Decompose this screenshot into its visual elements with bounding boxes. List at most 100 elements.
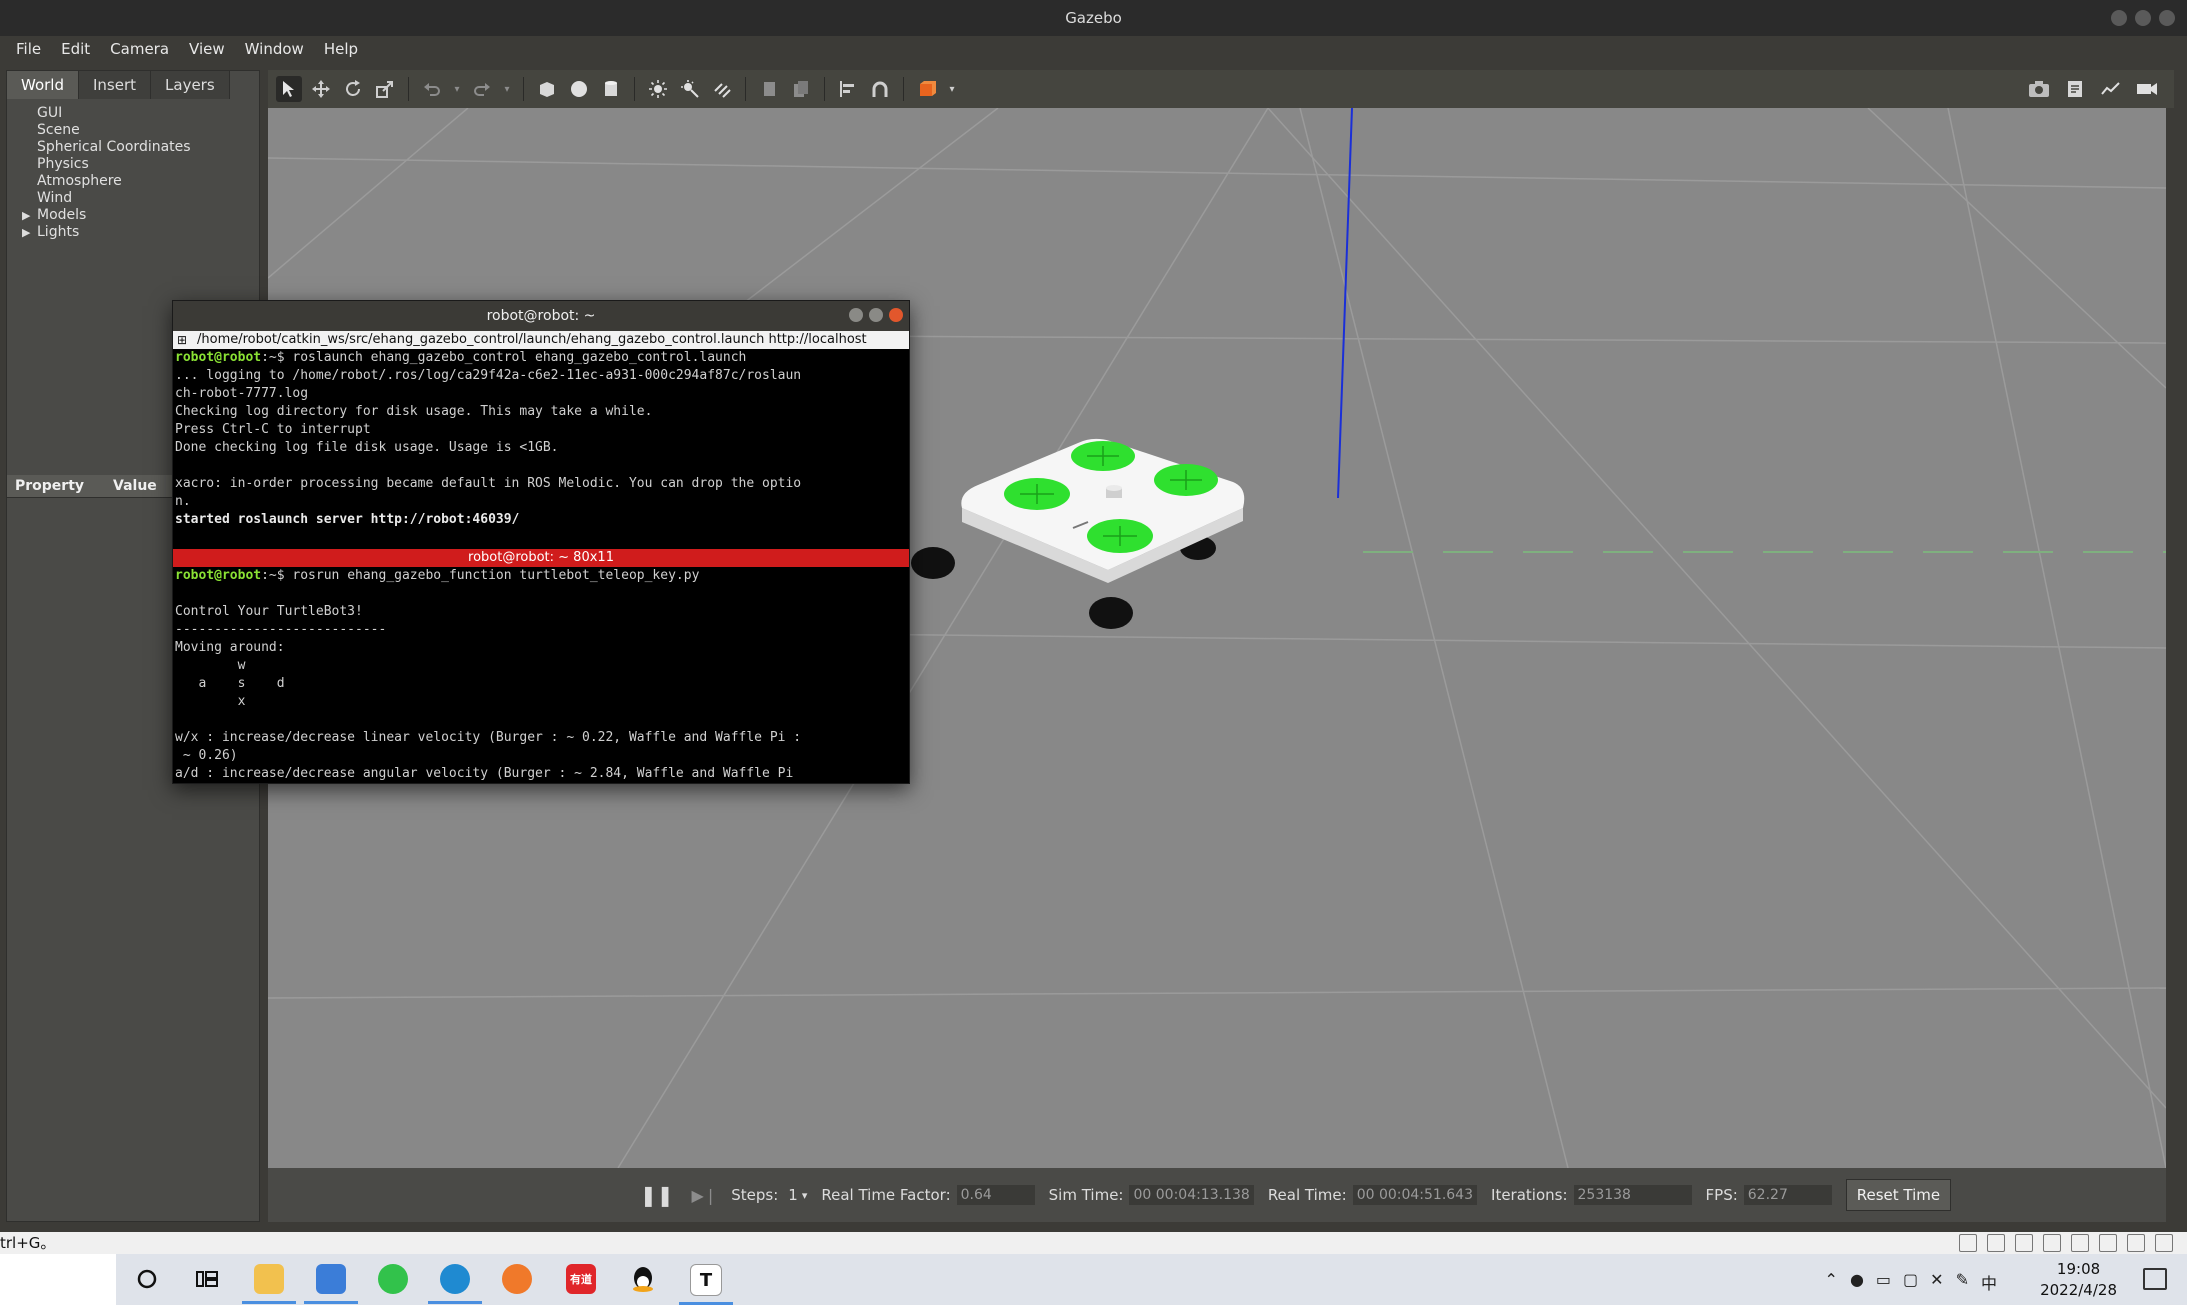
- terminal-pane1-title[interactable]: /home/robot/catkin_ws/src/ehang_gazebo_c…: [173, 331, 909, 349]
- prompt-suffix: :~$: [261, 350, 293, 365]
- terminal-maximize-button[interactable]: [869, 308, 883, 322]
- terminal-pane2-title[interactable]: robot@robot: ~ 80x11: [173, 549, 909, 567]
- cortana-icon[interactable]: [132, 1264, 162, 1294]
- drone-robot-model[interactable]: [911, 438, 1245, 629]
- sphere-icon[interactable]: [566, 76, 592, 102]
- tree-item-scene[interactable]: Scene: [7, 122, 259, 139]
- clock[interactable]: 19:08 2022/4/28: [2040, 1259, 2117, 1301]
- spot-light-icon[interactable]: [677, 76, 703, 102]
- plot-icon[interactable]: [2098, 76, 2124, 102]
- chevron-up-icon[interactable]: ⌃: [1825, 1270, 1838, 1294]
- select-arrow-icon[interactable]: [276, 76, 302, 102]
- sim-time-label: Sim Time:: [1048, 1186, 1124, 1204]
- task-view-icon[interactable]: [192, 1264, 222, 1294]
- terminal-close-button[interactable]: [889, 308, 903, 322]
- pause-icon[interactable]: ❚❚: [640, 1183, 674, 1207]
- tree-item-wind[interactable]: Wind: [7, 190, 259, 207]
- tab-layers[interactable]: Layers: [151, 71, 230, 99]
- search-box[interactable]: [0, 1254, 116, 1305]
- directional-light-icon[interactable]: [709, 76, 735, 102]
- message-icon[interactable]: [2155, 1234, 2173, 1252]
- output-line: x: [175, 694, 246, 709]
- mute-icon[interactable]: ✕: [1930, 1270, 1943, 1294]
- file-explorer-icon[interactable]: [242, 1264, 296, 1304]
- translate-icon[interactable]: [308, 76, 334, 102]
- tree-item-spherical-coordinates[interactable]: Spherical Coordinates: [7, 139, 259, 156]
- tree-item-physics[interactable]: Physics: [7, 156, 259, 173]
- tree-item-gui[interactable]: GUI: [7, 105, 259, 122]
- rotate-icon[interactable]: [340, 76, 366, 102]
- terminal-title: robot@robot: ~: [486, 308, 596, 324]
- menu-help[interactable]: Help: [316, 38, 366, 60]
- terminal-pane-roslaunch[interactable]: robot@robot:~$ roslaunch ehang_gazebo_co…: [173, 349, 909, 549]
- menu-window[interactable]: Window: [237, 38, 312, 60]
- step-icon[interactable]: ▶❘: [692, 1186, 718, 1205]
- monitor-icon[interactable]: ▢: [1903, 1270, 1918, 1294]
- output-line: ---------------------------: [175, 622, 387, 637]
- display-icon[interactable]: [2127, 1234, 2145, 1252]
- terminal-pane-teleop[interactable]: robot@robot:~$ rosrun ehang_gazebo_funct…: [173, 567, 909, 783]
- tree-item-lights[interactable]: ▶ Lights: [7, 224, 259, 241]
- cd-icon[interactable]: [1987, 1234, 2005, 1252]
- ime-indicator[interactable]: 中: [1981, 1270, 1997, 1294]
- terminal-window[interactable]: robot@robot: ~ /home/robot/catkin_ws/src…: [172, 300, 910, 784]
- paste-icon[interactable]: [788, 76, 814, 102]
- edge-icon[interactable]: [428, 1264, 482, 1304]
- close-button[interactable]: [2159, 10, 2175, 26]
- qq-tray-icon[interactable]: ●: [1850, 1270, 1864, 1294]
- youdao-icon[interactable]: 有道: [566, 1264, 596, 1294]
- menu-camera[interactable]: Camera: [102, 38, 177, 60]
- redo-dropdown-icon[interactable]: ▾: [501, 76, 513, 102]
- reset-time-button[interactable]: Reset Time: [1845, 1179, 1952, 1211]
- typora-icon[interactable]: T: [679, 1264, 733, 1305]
- wechat-icon[interactable]: [378, 1264, 408, 1294]
- pen-icon[interactable]: ✎: [1956, 1270, 1969, 1294]
- tab-insert[interactable]: Insert: [79, 71, 152, 99]
- redo-icon[interactable]: [469, 76, 495, 102]
- usb-icon[interactable]: [2099, 1234, 2117, 1252]
- menu-file[interactable]: File: [8, 38, 49, 60]
- menu-view[interactable]: View: [181, 38, 233, 60]
- network-icon[interactable]: [2015, 1234, 2033, 1252]
- sound-icon[interactable]: [2071, 1234, 2089, 1252]
- notification-icon[interactable]: [2143, 1268, 2167, 1290]
- output-line: Press Ctrl-C to interrupt: [175, 422, 371, 437]
- firefox-icon[interactable]: [502, 1264, 532, 1294]
- hdd-icon[interactable]: [1959, 1234, 1977, 1252]
- terminal-minimize-button[interactable]: [849, 308, 863, 322]
- scale-icon[interactable]: [372, 76, 398, 102]
- steps-value[interactable]: 1: [788, 1186, 798, 1204]
- view-angle-icon[interactable]: [914, 76, 940, 102]
- align-icon[interactable]: [835, 76, 861, 102]
- snap-icon[interactable]: [867, 76, 893, 102]
- maximize-button[interactable]: [2135, 10, 2151, 26]
- clock-time: 19:08: [2056, 1260, 2101, 1278]
- command-text: roslaunch ehang_gazebo_control ehang_gaz…: [292, 350, 747, 365]
- expand-arrow-icon[interactable]: ▶: [22, 224, 30, 241]
- screenshot-icon[interactable]: [2026, 76, 2052, 102]
- tab-world[interactable]: World: [7, 71, 79, 99]
- video-record-icon[interactable]: [2134, 76, 2160, 102]
- printer-icon[interactable]: [2043, 1234, 2061, 1252]
- undo-icon[interactable]: [419, 76, 445, 102]
- view-angle-dropdown-icon[interactable]: ▾: [946, 76, 958, 102]
- cylinder-icon[interactable]: [598, 76, 624, 102]
- box-icon[interactable]: [534, 76, 560, 102]
- vmware-icon[interactable]: [304, 1264, 358, 1304]
- tree-item-label: Wind: [37, 190, 73, 206]
- battery-icon[interactable]: ▭: [1876, 1270, 1891, 1294]
- point-light-icon[interactable]: [645, 76, 671, 102]
- log-icon[interactable]: [2062, 76, 2088, 102]
- tree-item-atmosphere[interactable]: Atmosphere: [7, 173, 259, 190]
- menu-edit[interactable]: Edit: [53, 38, 98, 60]
- expand-arrow-icon[interactable]: ▶: [22, 207, 30, 224]
- output-line: ... logging to /home/robot/.ros/log/ca29…: [175, 368, 802, 383]
- steps-dropdown-icon[interactable]: ▾: [802, 1189, 808, 1202]
- copy-icon[interactable]: [756, 76, 782, 102]
- undo-dropdown-icon[interactable]: ▾: [451, 76, 463, 102]
- tree-item-models[interactable]: ▶ Models: [7, 207, 259, 224]
- toolbar: ▾ ▾ ▾: [268, 70, 2174, 108]
- minimize-button[interactable]: [2111, 10, 2127, 26]
- output-line: ​: [175, 457, 909, 475]
- qq-icon[interactable]: [628, 1264, 658, 1294]
